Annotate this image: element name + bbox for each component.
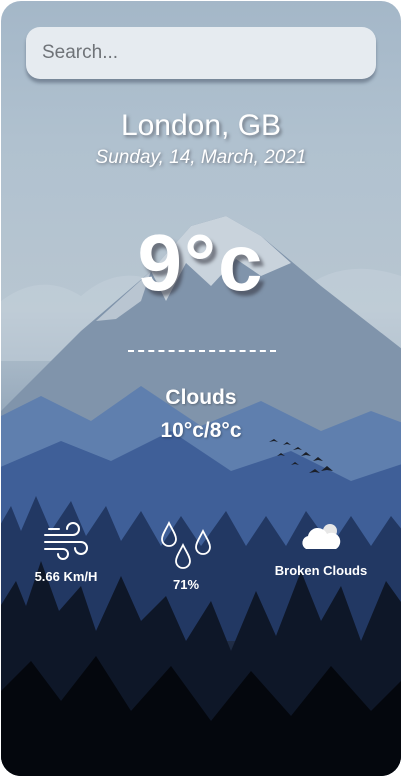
cloud-description-label: Broken Clouds [274,563,368,578]
cloud-icon [302,524,341,549]
date-label: Sunday, 14, March, 2021 [95,147,307,168]
location-title: London, GB [120,109,282,142]
wind-stat: 5.66 Km/H [21,521,111,584]
water-drops-icon [161,521,211,569]
humidity-label: 71% [172,577,200,592]
wind-speed-label: 5.66 Km/H [34,569,98,584]
weather-app: London, GB Sunday, 14, March, 2021 9°c C… [1,1,401,776]
cloud-description-stat: Broken Clouds [261,521,381,578]
search-input[interactable] [26,27,376,79]
current-temperature: 9°c [137,218,265,307]
weather-condition: Clouds [165,386,237,409]
temperature-range: 10°c/8°c [160,419,242,442]
dashed-divider [128,350,276,352]
wind-icon [44,522,88,560]
humidity-stat: 71% [146,521,226,592]
